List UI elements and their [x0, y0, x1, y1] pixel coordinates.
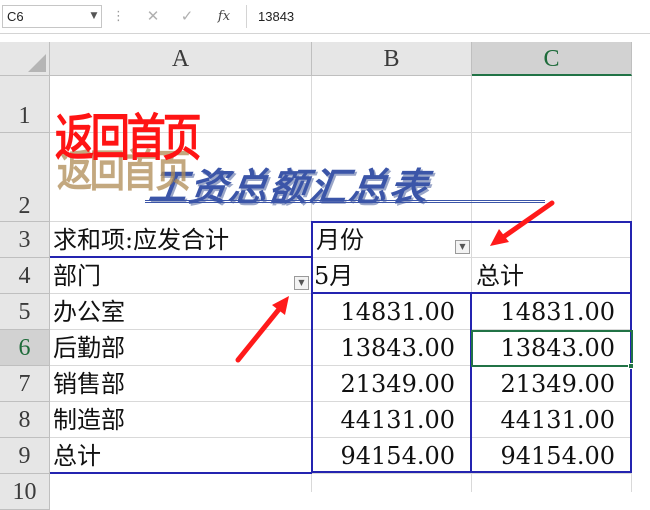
arrow-to-row-dropdown-icon — [235, 296, 289, 363]
arrow-to-column-dropdown-icon — [490, 200, 555, 246]
annotation-arrows — [235, 200, 555, 363]
